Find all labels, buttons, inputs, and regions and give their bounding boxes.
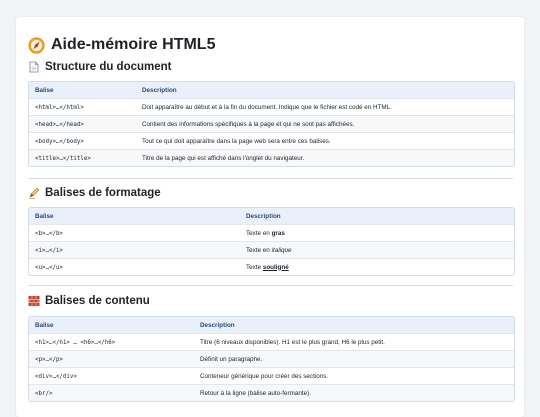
table-header: Balise Description xyxy=(29,317,514,333)
section-title-structure: Structure du document xyxy=(28,61,172,73)
table-row: <p>…</p> Définit un paragraphe. xyxy=(29,350,514,367)
table-content: Balise Description <h1>…</h1> … <h6>…</h… xyxy=(28,316,515,402)
section-title-content: Balises de contenu xyxy=(28,295,150,307)
table-row: <html>…</html> Doit apparaître au début … xyxy=(29,98,514,115)
table-row: <title>…</title> Titre de la page qui es… xyxy=(29,149,514,166)
table-structure: Balise Description <html>…</html> Doit a… xyxy=(28,81,515,167)
page-title: Aide-mémoire HTML5 xyxy=(28,36,215,54)
table-row: <h1>…</h1> … <h6>…</h6> Titre (6 niveaux… xyxy=(29,333,514,350)
table-header: Balise Description xyxy=(29,208,514,224)
table-row: <br/> Retour à la ligne (balise auto-fer… xyxy=(29,384,514,401)
table-row: <head>…</head> Contient des informations… xyxy=(29,115,514,132)
page-title-text: Aide-mémoire HTML5 xyxy=(51,36,216,53)
section-title-formatting: Balises de formatage xyxy=(28,187,161,199)
table-row: <body>…</body> Tout ce qui doit apparaît… xyxy=(29,132,514,149)
table-row: <u>…</u> Texte souligné xyxy=(29,258,514,275)
table-row: <div>…</div> Conteneur générique pour cr… xyxy=(29,367,514,384)
table-row: <b>…</b> Texte en gras xyxy=(29,224,514,241)
table-header: Balise Description xyxy=(29,82,514,98)
divider xyxy=(28,178,513,179)
table-formatting: Balise Description <b>…</b> Texte en gra… xyxy=(28,207,515,276)
divider xyxy=(28,285,513,286)
compass-icon xyxy=(28,36,45,54)
table-row: <i>…</i> Texte en italique xyxy=(29,241,514,258)
writing-hand-icon xyxy=(28,187,40,199)
cheatsheet-card: Aide-mémoire HTML5 Structure du document… xyxy=(16,17,524,417)
document-icon xyxy=(28,61,40,73)
brick-icon xyxy=(28,295,40,307)
